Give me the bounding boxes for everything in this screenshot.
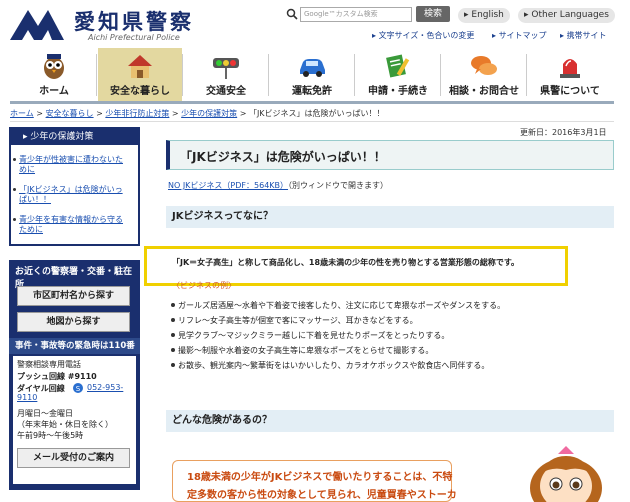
example-item: 見学クラブ～マジックミラー越しに下着を見せたりポーズをとったりする。: [170, 331, 450, 340]
site-logo-subtitle: Aichi Prefectural Police: [88, 33, 180, 42]
nav-traffic-safety-label: 交通安全: [206, 86, 246, 97]
example-item: ガールズ居酒屋～水着や下着姿で接客したり、注文に応じて卑猥なポーズやダンスをする…: [170, 301, 506, 310]
mail-inquiry-button[interactable]: メール受付のご案内: [17, 448, 130, 468]
phone-icon: S: [73, 383, 83, 393]
breadcrumb-separator: >: [33, 109, 46, 118]
breadcrumb-divider: [10, 121, 614, 122]
other-languages-label: Other Languages: [531, 10, 609, 20]
danger-callout: 18歳未満の少年がJKビジネスで働いたりすることは、不特 定多数の客から性の対象…: [172, 460, 457, 502]
mobile-site-link[interactable]: ▸ 携帯サイト: [560, 30, 607, 41]
danger-text-line2: 定多数の客から性の対象として見られ、児童買春やストーカ: [187, 490, 457, 501]
nav-item-home[interactable]: ホーム: [12, 48, 96, 102]
section-heading-what: JKビジネスってなに？: [166, 206, 614, 228]
nav-item-safe-living[interactable]: 安全な暮らし: [98, 48, 182, 102]
car-icon: [300, 59, 325, 77]
nav-applications-label: 申請・手続き: [368, 86, 428, 97]
hours-time: 午前9時～午後5時: [17, 431, 84, 440]
nav-consultation-label: 相談・お問合せ: [449, 86, 519, 97]
pdf-download: NO JKビジネス（PDF：564KB）（別ウィンドウで開きます）: [168, 180, 388, 191]
search-by-city-button[interactable]: 市区町村名から探す: [17, 286, 130, 306]
nav-drivers-license-label: 運転免許: [292, 86, 332, 97]
sidebar-item-harmful-info[interactable]: 青少年を有害な情報から守るために: [13, 215, 129, 235]
contact-panel: 警察相談専用電話 プッシュ回線 #9110 ダイヤル回線 S 052-953- …: [13, 356, 136, 484]
sidebar-section-nav: ▸ 少年の保護対策 青少年が性被害に遭わないために 「JKビジネス」は危険がいっ…: [9, 127, 140, 246]
sidebar-section-title[interactable]: ▸ 少年の保護対策: [11, 129, 138, 145]
nav-item-about-police[interactable]: 県警について: [528, 48, 612, 102]
breadcrumb-safe-living[interactable]: 安全な暮らし: [46, 109, 94, 118]
nav-home-label: ホーム: [39, 86, 69, 97]
nav-item-applications[interactable]: 申請・手続き: [356, 48, 440, 102]
police-station-box: お近くの警察署・交番・駐在所 市区町村名から探す 地図から探す 事件・事故等の緊…: [9, 260, 140, 490]
sidebar-item-sexual-victim[interactable]: 青少年が性被害に遭わないために: [13, 155, 129, 175]
speech-bubbles-icon: [471, 56, 497, 75]
breadcrumb-separator: >: [237, 109, 249, 118]
example-item: お散歩、観光案内～繁華街をはいかいしたり、カラオケボックスや飲食店へ同伴する。: [170, 361, 490, 370]
site-logo-text[interactable]: 愛知県警察: [74, 6, 194, 36]
hours-days: 月曜日～金曜日: [17, 409, 73, 418]
breadcrumb-separator: >: [169, 109, 182, 118]
pdf-note: （別ウィンドウで開きます）: [288, 181, 389, 190]
text-size-color-label: 文字サイズ・色合いの変更: [378, 31, 475, 40]
nav-item-drivers-license[interactable]: 運転免許: [270, 48, 354, 102]
breadcrumb-current: 「JKビジネス」は危険がいっぱい！！: [248, 109, 385, 118]
definition-text: 「JK＝女子高生」と称して商品化し、18歳未満の少年の性を売り物とする営業形態の…: [172, 258, 520, 267]
emergency-110-title: 事件・事故等の緊急時は110番: [9, 338, 140, 354]
example-item: リフレ～女子高生等が個室で客にマッサージ、耳かきなどをする。: [171, 316, 418, 325]
siren-icon: [560, 59, 580, 78]
nav-item-traffic-safety[interactable]: 交通安全: [184, 48, 268, 102]
global-nav: ホーム 安全な暮らし 交通安全 運転免許 申請・手続き 相談・お問合せ 県警につ…: [10, 48, 614, 102]
search-by-map-button[interactable]: 地図から探す: [17, 312, 130, 332]
nav-item-consultation[interactable]: 相談・お問合せ: [442, 48, 526, 102]
house-icon: [128, 55, 152, 78]
sitemap-link[interactable]: ▸ サイトマップ: [492, 30, 547, 41]
page-title: 「JKビジネス」は危険がいっぱい！！: [180, 150, 386, 164]
text-size-color-link[interactable]: ▸ 文字サイズ・色合いの変更: [372, 30, 474, 41]
example-label: 〈ビジネスの例〉: [172, 281, 236, 290]
nav-divider: [10, 101, 614, 104]
sitemap-label: サイトマップ: [498, 31, 547, 40]
breadcrumb-home[interactable]: ホーム: [10, 109, 34, 118]
schoolgirl-illustration-icon: [530, 446, 602, 502]
document-pencil-icon: [386, 54, 410, 78]
page-title-box: 「JKビジネス」は危険がいっぱい！！: [166, 140, 614, 170]
nav-about-police-label: 県警について: [540, 86, 600, 97]
sidebar-item-jk-business[interactable]: 「JKビジネス」は危険がいっぱい！！: [13, 185, 129, 205]
search-icon: [286, 8, 298, 20]
traffic-light-icon: [213, 58, 239, 79]
breadcrumb-separator: >: [93, 109, 106, 118]
dial-line-number[interactable]: 052-953-: [87, 383, 123, 392]
example-item: 撮影～制服や水着姿の女子高生等に卑猥なポーズをとらせて撮影する。: [170, 346, 434, 355]
breadcrumb-protection[interactable]: 少年の保護対策: [181, 109, 237, 118]
breadcrumb: ホーム > 安全な暮らし > 少年非行防止対策 > 少年の保護対策 > 「JKビ…: [10, 108, 385, 119]
hours-exceptions: （年末年始・休日を除く）: [17, 420, 113, 429]
push-line-number: プッシュ回線 #9110: [17, 372, 97, 381]
police-logo-icon[interactable]: [8, 6, 66, 44]
breadcrumb-delinquency[interactable]: 少年非行防止対策: [105, 109, 169, 118]
sidebar-section-title-label: 少年の保護対策: [30, 132, 94, 142]
search-input[interactable]: Google™カスタム検索: [300, 7, 412, 22]
dial-line-number-cont[interactable]: 9110: [17, 393, 37, 402]
english-label: English: [471, 10, 504, 20]
mobile-site-label: 携帯サイト: [566, 31, 607, 40]
other-languages-button[interactable]: ▸ Other Languages: [518, 8, 615, 23]
search-button[interactable]: 検索: [416, 6, 450, 22]
owl-icon: [44, 54, 64, 79]
danger-text-line1: 18歳未満の少年がJKビジネスで働いたりすることは、不特: [187, 472, 453, 483]
english-language-button[interactable]: ▸ English: [458, 8, 510, 23]
pdf-link[interactable]: NO JKビジネス（PDF：564KB）: [168, 181, 288, 190]
svg-text:S: S: [76, 385, 81, 393]
consult-phone-label: 警察相談専用電話: [17, 360, 81, 369]
updated-date: 更新日：2016年3月1日: [520, 128, 607, 137]
nav-safe-living-label: 安全な暮らし: [110, 86, 170, 97]
